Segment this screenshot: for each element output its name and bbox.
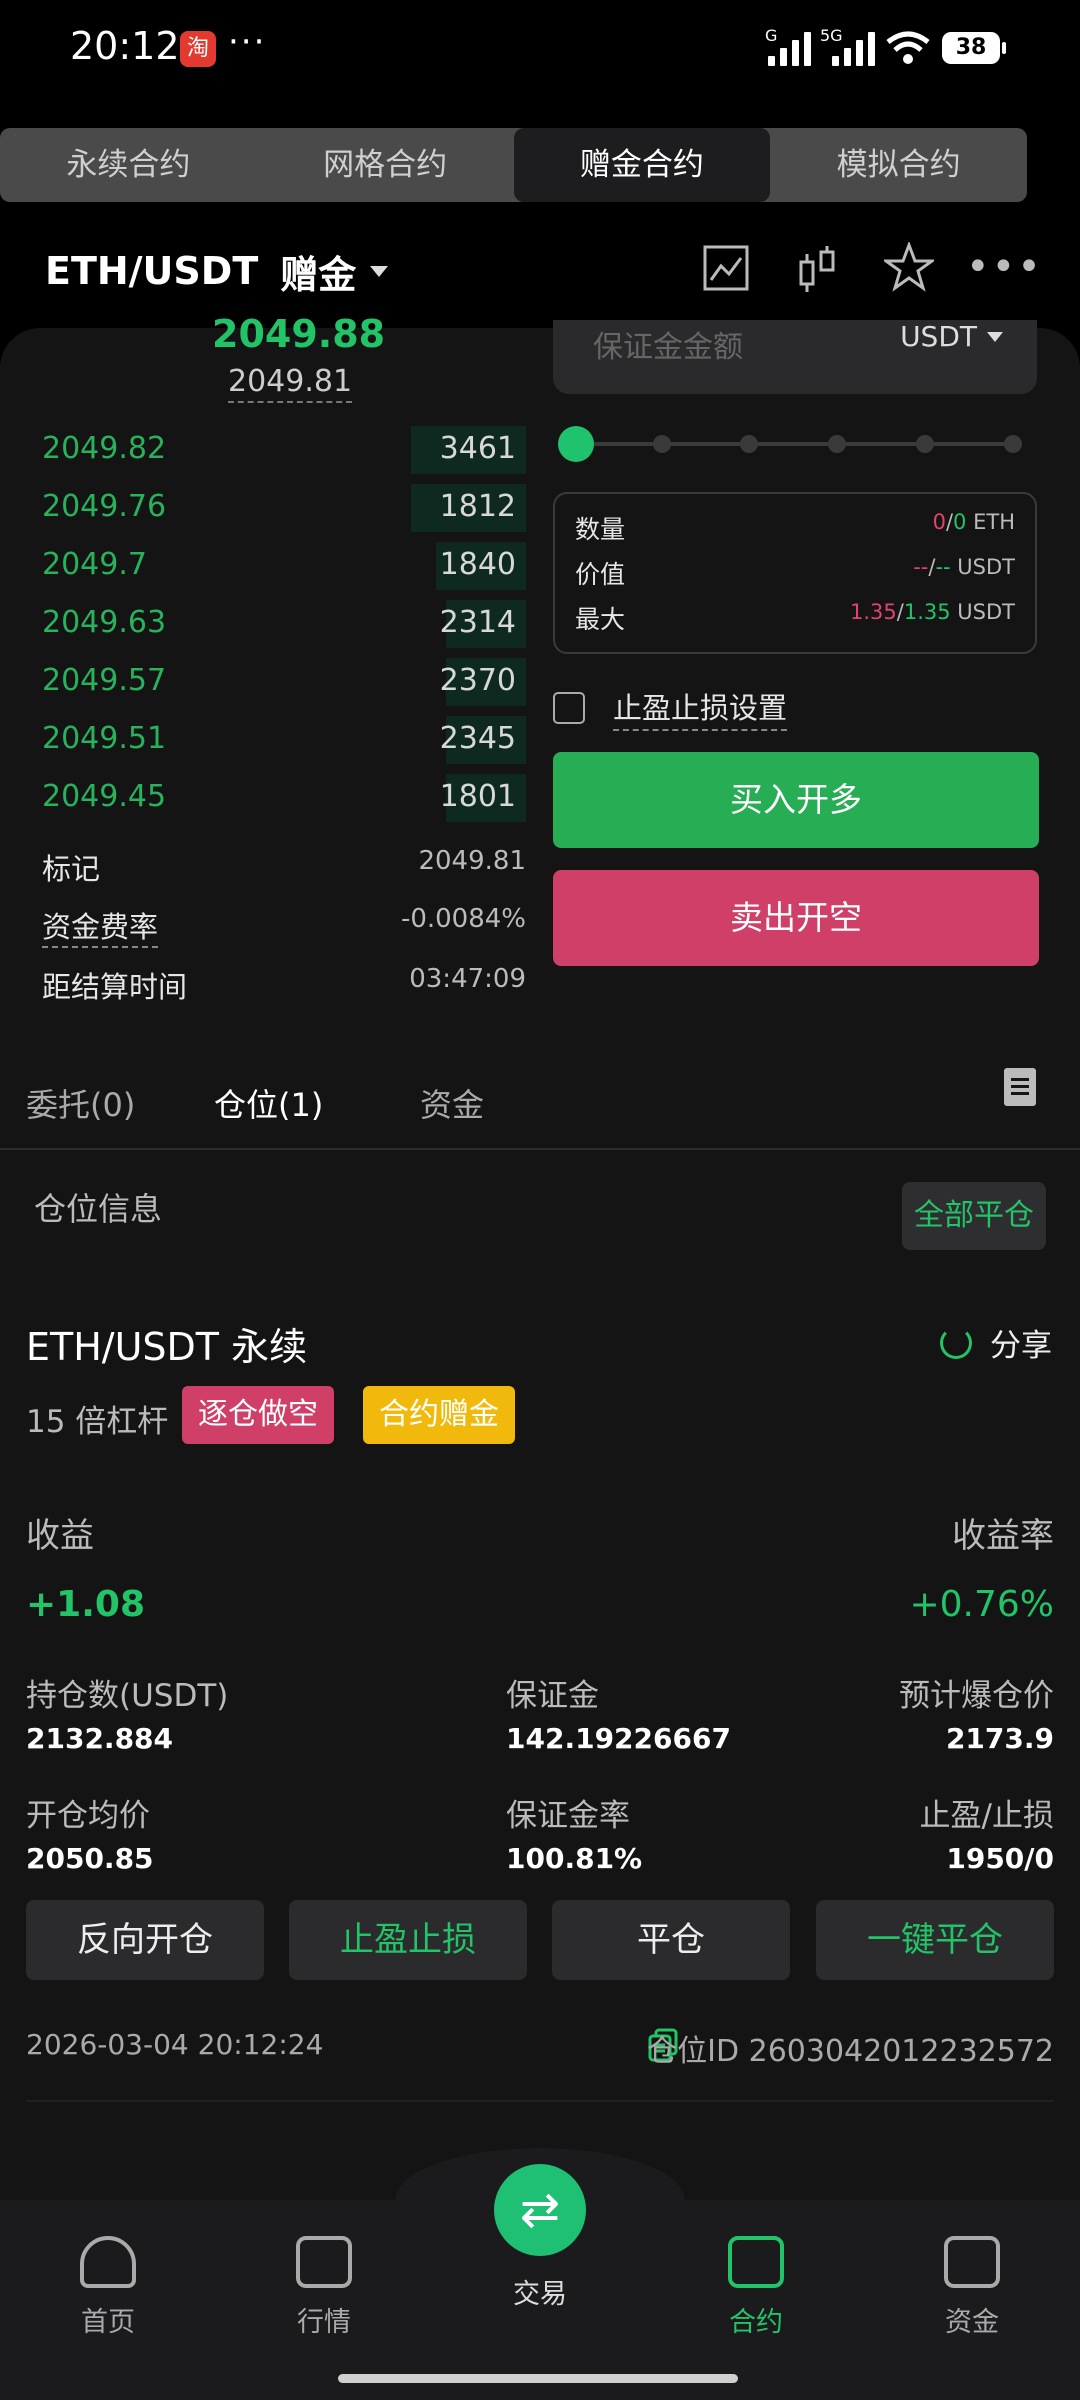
tpsl-status-value: 1950/0 [946,1842,1054,1875]
liq-price-label: 预计爆仓价 [899,1678,1054,1714]
leverage-label: 15 倍杠杆 [26,1404,169,1440]
last-price: 2049.88 [212,312,386,356]
wallet-icon [944,2236,1000,2288]
mark-price-sub: 2049.81 [228,364,353,403]
position-timestamp: 2026-03-04 20:12:24 [26,2028,324,2061]
more-icon[interactable]: ••• [966,244,1043,290]
star-icon[interactable] [884,242,934,302]
margin-amount-input[interactable]: 保证金金额 USDT [553,320,1037,394]
margin-label: 保证金 [506,1678,599,1714]
tab-orders[interactable]: 委托(0) [26,1080,135,1126]
chevron-down-icon [370,265,389,277]
bottom-nav: 首页 行情 ⇄ 交易 合约 资金 [0,2148,1080,2400]
orderbook-row[interactable]: 2049.7 1840 [42,540,526,590]
settlement-countdown-row: 距结算时间 03:47:09 [42,964,526,1004]
share-icon [940,1326,972,1359]
liq-price-value: 2173.9 [945,1722,1054,1755]
currency-selector[interactable]: USDT [900,320,977,353]
pair-type: 赠金 [280,252,357,297]
size-value: 2132.884 [26,1722,174,1755]
home-icon [80,2236,136,2288]
market-icon [296,2236,352,2288]
tpsl-checkbox[interactable] [553,692,585,724]
tpsl-toggle[interactable]: 止盈止损设置 [553,685,788,731]
close-position-button[interactable]: 平仓 [552,1900,790,1980]
chevron-down-icon [987,332,1003,342]
orderbook-row[interactable]: 2049.63 2314 [42,598,526,648]
margin-ratio-value: 100.81% [506,1842,643,1875]
divider [26,2100,1054,2102]
entry-price-label: 开仓均价 [26,1798,150,1834]
taobao-app-icon: 淘 [180,31,216,67]
more-notifications-icon: ··· [228,22,267,62]
tpsl-status-label: 止盈/止损 [919,1798,1054,1834]
qty-row: 数量 0/0 ETH [575,510,1015,544]
position-symbol: ETH/USDT 永续 [26,1325,308,1369]
reverse-position-button[interactable]: 反向开仓 [26,1900,264,1980]
records-icon[interactable] [1004,1068,1036,1106]
wifi-icon [886,31,930,64]
position-info-title: 仓位信息 [34,1190,163,1228]
pnl-label: 收益 [26,1516,94,1556]
orderbook-row[interactable]: 2049.82 3461 [42,424,526,474]
signal-icon [768,30,811,66]
amount-slider[interactable] [558,426,1028,462]
nav-market[interactable]: 行情 [254,2236,394,2339]
nav-trade-button[interactable]: ⇄ [494,2164,586,2256]
slider-knob[interactable] [558,426,594,462]
close-all-button[interactable]: 全部平仓 [902,1182,1046,1250]
battery-icon: 38 [942,32,1006,64]
buy-long-button[interactable]: 买入开多 [553,752,1039,848]
nav-home[interactable]: 首页 [38,2236,178,2339]
max-row: 最大 1.35/1.35 USDT [575,600,1015,634]
order-summary-box: 数量 0/0 ETH 价值 --/-- USDT 最大 1.35/1.35 USDT [553,492,1037,654]
tpsl-label: 止盈止损设置 [613,685,788,731]
position-tabs: 委托(0) 仓位(1) 资金 [0,1058,1080,1150]
pnl-value: +1.08 [26,1584,145,1625]
margin-ratio-label: 保证金率 [506,1798,630,1834]
isolated-short-badge: 逐仓做空 [182,1386,334,1444]
tab-perpetual[interactable]: 永续合约 [0,128,257,202]
one-click-close-button[interactable]: 一键平仓 [816,1900,1054,1980]
chart-icon[interactable] [702,244,750,304]
nav-contract[interactable]: 合约 [686,2236,826,2339]
bonus-badge: 合约赠金 [363,1386,515,1444]
status-time: 20:12 [70,24,180,68]
value-row: 价值 --/-- USDT [575,555,1015,589]
candlestick-icon[interactable] [797,244,837,304]
pair-selector[interactable]: ETH/USDT 赠金 [45,240,389,302]
sell-short-button[interactable]: 卖出开空 [553,870,1039,966]
status-bar: 20:12 淘 ··· G 5G 38 [0,0,1080,100]
share-button[interactable]: 分享 [940,1320,1052,1365]
roe-value: +0.76% [909,1584,1054,1625]
tab-positions[interactable]: 仓位(1) [214,1080,323,1126]
tpsl-button[interactable]: 止盈止损 [289,1900,527,1980]
home-indicator[interactable] [338,2374,738,2383]
nav-trade-label: 交易 [513,2279,567,2310]
nav-assets[interactable]: 资金 [902,2236,1042,2339]
orderbook-row[interactable]: 2049.76 1812 [42,482,526,532]
margin-value: 142.19226667 [506,1722,731,1755]
signal-icon-2 [832,30,875,66]
roe-label: 收益率 [952,1516,1054,1556]
orderbook-row[interactable]: 2049.45 1801 [42,772,526,822]
funding-rate-row[interactable]: 资金费率 -0.0084% [42,904,526,960]
entry-price-value: 2050.85 [26,1842,154,1875]
tab-bonus[interactable]: 赠金合约 [513,128,771,202]
tab-simulation[interactable]: 模拟合约 [770,128,1027,202]
pair-name: ETH/USDT [45,249,259,293]
size-label: 持仓数(USDT) [26,1678,229,1714]
tab-grid[interactable]: 网格合约 [257,128,514,202]
contract-type-tabs: 永续合约 网格合约 赠金合约 模拟合约 [0,128,1027,202]
position-id: 仓位ID 2603042012232572 [647,2034,1054,2069]
mark-price-row: 标记 2049.81 [42,846,526,886]
contract-icon [728,2236,784,2288]
orderbook-row[interactable]: 2049.51 2345 [42,714,526,764]
orderbook-row[interactable]: 2049.57 2370 [42,656,526,706]
tab-funds[interactable]: 资金 [420,1080,484,1126]
